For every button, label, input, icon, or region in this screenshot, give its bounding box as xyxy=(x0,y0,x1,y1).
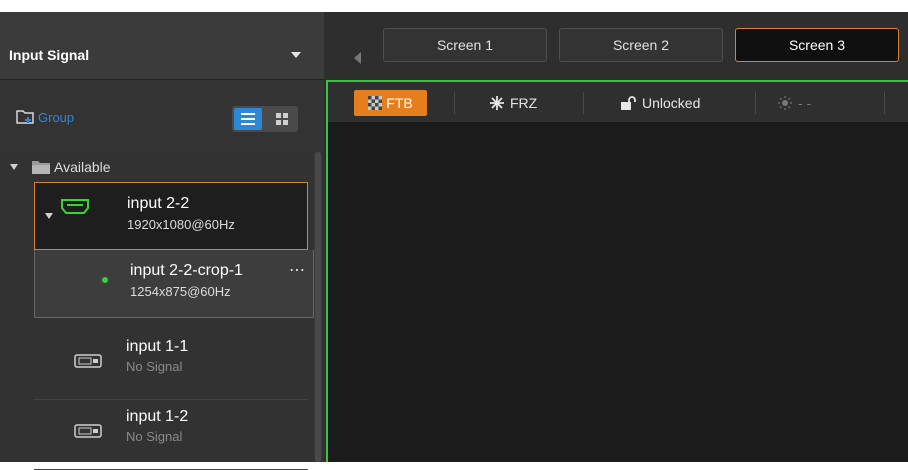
list-view-icon xyxy=(241,113,255,125)
expand-arrow-icon[interactable] xyxy=(45,213,53,219)
tab-screen-2[interactable]: Screen 2 xyxy=(559,28,723,62)
toolbar-divider xyxy=(454,92,455,114)
screen-tab-bar: Screen 1 Screen 2 Screen 3 xyxy=(326,12,908,80)
dropdown-caret-icon[interactable] xyxy=(291,52,301,58)
input-name: input 1-1 xyxy=(126,338,189,355)
input-name: input 1-2 xyxy=(126,408,189,425)
input-signal-header[interactable]: Input Signal xyxy=(0,12,324,80)
snowflake-icon xyxy=(490,96,504,110)
screen-toolbar: FTB FRZ Unlocked - - xyxy=(328,82,908,122)
input-item-1-1[interactable]: input 1-1 No Signal xyxy=(34,332,308,400)
lock-button[interactable]: Unlocked xyxy=(620,90,700,116)
input-signal-panel: Input Signal Group Available input 2-2 1… xyxy=(0,12,324,470)
signal-dot-icon xyxy=(102,277,108,283)
checker-icon xyxy=(368,96,383,110)
list-view-button[interactable] xyxy=(234,108,262,130)
prev-screen-arrow-icon[interactable] xyxy=(354,52,361,64)
input-name: input 2-2 xyxy=(127,195,190,212)
toolbar-divider xyxy=(884,92,885,114)
toolbar-divider xyxy=(583,92,584,114)
hdmi-icon xyxy=(61,199,89,214)
tree-scrollbar[interactable] xyxy=(314,152,322,462)
input-item-2-2-crop-1[interactable]: input 2-2-crop-1 1254x875@60Hz ⋯ xyxy=(34,250,314,318)
available-label: Available xyxy=(54,159,111,175)
input-item-1-2[interactable]: input 1-2 No Signal xyxy=(34,402,308,470)
input-status: No Signal xyxy=(126,429,183,444)
input-status: No Signal xyxy=(126,359,183,374)
brightness-control[interactable]: - - xyxy=(778,90,811,116)
input-item-2-2[interactable]: input 2-2 1920x1080@60Hz xyxy=(34,182,308,250)
add-group-button[interactable]: Group xyxy=(16,107,74,127)
brightness-icon xyxy=(778,96,792,110)
more-options-icon[interactable]: ⋯ xyxy=(289,260,305,280)
group-toolbar: Group xyxy=(0,80,324,152)
input-resolution: 1920x1080@60Hz xyxy=(127,217,235,232)
freeze-label: FRZ xyxy=(510,95,538,111)
view-toggle xyxy=(232,106,298,132)
dvi-icon xyxy=(74,424,102,438)
scroll-thumb[interactable] xyxy=(315,152,321,462)
input-resolution: 1254x875@60Hz xyxy=(130,284,231,299)
screen-area: Screen 1 Screen 2 Screen 3 FTB FRZ Unloc… xyxy=(326,12,908,462)
grid-view-button[interactable] xyxy=(268,108,296,130)
grid-view-icon xyxy=(276,113,288,125)
app-window: Input Signal Group Available input 2-2 1… xyxy=(0,12,908,470)
tab-screen-1[interactable]: Screen 1 xyxy=(383,28,547,62)
toolbar-divider xyxy=(755,92,756,114)
folder-icon xyxy=(32,161,50,174)
screen-canvas[interactable]: FTB FRZ Unlocked - - xyxy=(326,80,908,462)
tab-screen-3[interactable]: Screen 3 xyxy=(735,28,899,62)
input-signal-title: Input Signal xyxy=(9,47,90,63)
unlock-icon xyxy=(621,95,636,110)
expand-arrow-icon[interactable] xyxy=(10,164,18,170)
dvi-icon xyxy=(74,354,102,368)
add-group-label: Group xyxy=(38,109,75,125)
brightness-value: - - xyxy=(798,95,812,111)
add-folder-icon xyxy=(16,110,34,124)
ftb-button[interactable]: FTB xyxy=(354,90,427,116)
available-group[interactable]: Available xyxy=(0,152,314,182)
freeze-button[interactable]: FRZ xyxy=(490,90,537,116)
lock-label: Unlocked xyxy=(642,95,701,111)
input-tree: Available input 2-2 1920x1080@60Hz input… xyxy=(0,152,314,470)
input-name: input 2-2-crop-1 xyxy=(130,262,243,279)
ftb-label: FTB xyxy=(386,95,413,111)
